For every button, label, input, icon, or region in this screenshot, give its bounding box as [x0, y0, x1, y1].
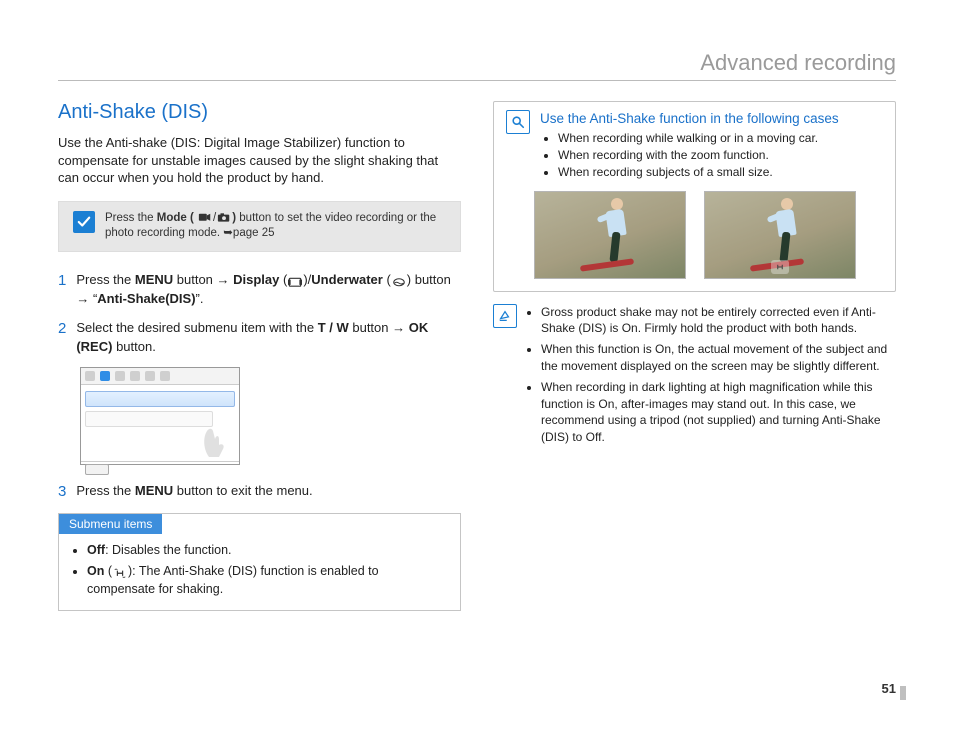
note-icon [493, 304, 517, 328]
menu-button-icon [85, 464, 109, 475]
tab-icon-active [100, 371, 110, 381]
example-thumbnails [506, 191, 883, 279]
step-1: 1 Press the MENU button → Display ()/Und… [58, 270, 461, 309]
page-header: Advanced recording [58, 50, 896, 76]
right-column: Use the Anti-Shake function in the follo… [493, 101, 896, 611]
step-number: 2 [58, 318, 66, 357]
submenu-box: Submenu items Off: Disables the function… [58, 513, 461, 612]
use-cases-list: When recording while walking or in a mov… [558, 130, 883, 181]
skateboarder-figure [771, 198, 805, 264]
step-body: Press the MENU button → Display ()/Under… [76, 270, 461, 309]
list-item: When recording while walking or in a mov… [558, 130, 883, 146]
skateboarder-figure [601, 198, 635, 264]
list-item: Gross product shake may not be entirely … [541, 304, 896, 338]
submenu-item-off: Off: Disables the function. [87, 542, 446, 560]
display-icon [288, 274, 302, 286]
screenshot-footer [81, 461, 239, 476]
two-column-layout: Anti-Shake (DIS) Use the Anti-shake (DIS… [58, 101, 896, 611]
video-mode-icon [198, 212, 212, 224]
step-2: 2 Select the desired submenu item with t… [58, 318, 461, 357]
list-item: When recording with the zoom function. [558, 147, 883, 163]
screenshot-body [81, 385, 239, 461]
list-item: When recording in dark lighting at high … [541, 379, 896, 446]
menu-row [85, 411, 213, 427]
tab-icon [160, 371, 170, 381]
menu-screenshot [80, 367, 240, 465]
submenu-item-on: On (): The Anti-Shake (DIS) function is … [87, 563, 446, 598]
example-thumb-shaky [534, 191, 686, 279]
photo-mode-icon [217, 212, 231, 224]
tab-icon [115, 371, 125, 381]
step-number: 3 [58, 481, 66, 503]
step-body: Press the MENU button to exit the menu. [76, 481, 312, 503]
check-icon [73, 211, 95, 233]
tip-heading: Use the Anti-Shake function in the follo… [540, 111, 883, 126]
submenu-list: Off: Disables the function. On (): The A… [87, 542, 446, 599]
underwater-icon [392, 274, 406, 286]
anti-shake-icon [113, 566, 127, 578]
step-number: 1 [58, 270, 66, 309]
mode-note-box: Press the Mode ( /) button to set the vi… [58, 201, 461, 252]
tab-icon [85, 371, 95, 381]
example-thumb-stable [704, 191, 856, 279]
intro-paragraph: Use the Anti-shake (DIS: Digital Image S… [58, 134, 461, 187]
list-item: When this function is On, the actual mov… [541, 341, 896, 375]
step-3: 3 Press the MENU button to exit the menu… [58, 481, 461, 503]
magnifier-icon [506, 110, 530, 134]
use-cases-box: Use the Anti-Shake function in the follo… [493, 101, 896, 292]
section-title: Anti-Shake (DIS) [58, 101, 461, 124]
hand-silhouette-icon [199, 419, 229, 459]
page-edge-mark [900, 686, 906, 700]
tip-header-row: Use the Anti-Shake function in the follo… [506, 110, 883, 191]
page-number: 51 [882, 681, 896, 696]
screenshot-tabbar [81, 368, 239, 385]
step-body: Select the desired submenu item with the… [76, 318, 461, 357]
menu-row-selected [85, 391, 235, 407]
notes-list: Gross product shake may not be entirely … [541, 304, 896, 450]
mode-note-text: Press the Mode ( /) button to set the vi… [105, 211, 446, 242]
anti-shake-overlay-icon [771, 260, 789, 274]
page: Advanced recording Anti-Shake (DIS) Use … [0, 0, 954, 730]
tab-icon [145, 371, 155, 381]
left-column: Anti-Shake (DIS) Use the Anti-shake (DIS… [58, 101, 461, 611]
tab-icon [130, 371, 140, 381]
notes-row: Gross product shake may not be entirely … [493, 304, 896, 450]
list-item: When recording subjects of a small size. [558, 164, 883, 180]
header-rule [58, 80, 896, 81]
submenu-heading: Submenu items [59, 514, 162, 534]
